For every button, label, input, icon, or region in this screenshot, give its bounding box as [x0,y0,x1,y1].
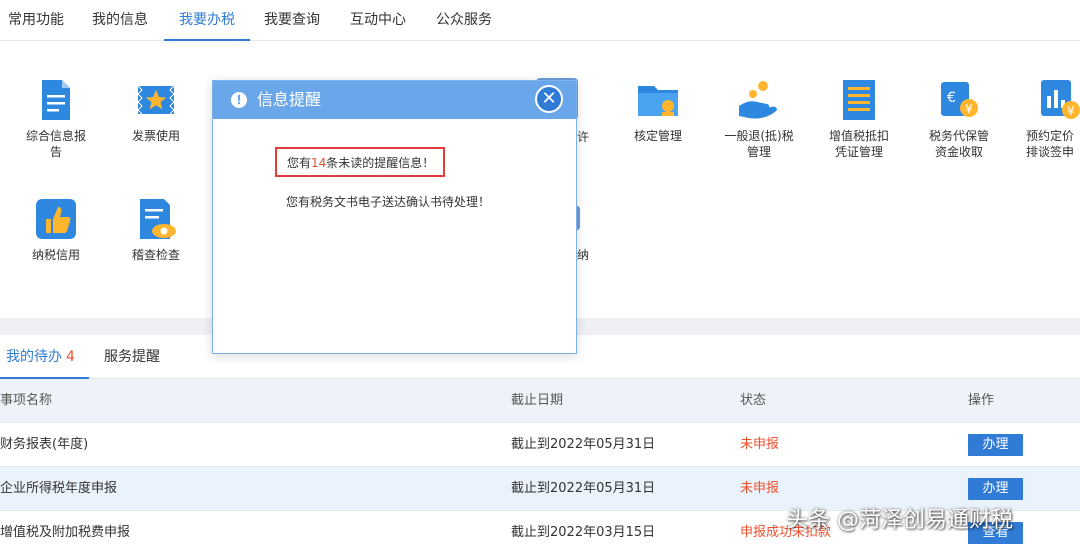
handle-button[interactable]: 办理 [968,478,1023,500]
func-label: 资金收取 [934,145,983,159]
hand-coin-icon [737,78,781,122]
tab-query[interactable]: 我要查询 [260,0,324,41]
todo-count-badge: 4 [66,349,75,365]
func-label: 纳税信用 [31,248,80,262]
svg-text:€: € [947,90,956,106]
unread-reminder-message[interactable]: 您有14条未读的提醒信息！ [275,147,445,177]
receipt-list-icon [837,78,881,122]
func-label: 稽查检查 [131,248,180,262]
dialog-title: 信息提醒 [257,90,322,109]
handle-button[interactable]: 办理 [968,434,1023,456]
col-header-status: 状态 [740,393,767,408]
tab-my-info[interactable]: 我的信息 [88,0,152,41]
row-deadline: 截止到2022年03月15日 [511,525,656,540]
func-label-fragment: 纳 [577,248,590,262]
col-header-name: 事项名称 [0,393,53,408]
svg-text:¥: ¥ [965,102,973,116]
func-label: 预约定价 [1026,129,1075,143]
tab-tax-handling[interactable]: 我要办税 [164,0,250,41]
row-name: 财务报表(年度) [0,437,89,452]
info-reminder-dialog: ! 信息提醒 ✕ 您有14条未读的提醒信息！ 您有税务文书电子送达确认书待处理！ [212,80,577,354]
row-name: 企业所得税年度申报 [0,481,118,496]
document-icon [34,78,78,122]
func-label: 凭证管理 [834,145,883,159]
unread-count: 14 [311,156,327,170]
row-deadline: 截止到2022年05月31日 [511,437,656,452]
thumbs-up-icon [34,197,78,241]
func-label: 告 [49,145,62,159]
func-assessment-management[interactable]: 核定管理 [613,78,703,144]
exclamation-icon: ! [231,92,247,108]
tab-public-service[interactable]: 公众服务 [432,0,496,41]
row-status: 未申报 [740,481,780,496]
col-header-action: 操作 [968,393,995,408]
col-header-deadline: 截止日期 [511,393,564,408]
func-label: 增值税抵扣 [828,129,889,143]
func-tax-credit[interactable]: 纳税信用 [11,197,101,263]
row-name: 增值税及附加税费申报 [0,525,131,540]
func-label: 一般退(抵)税 [724,129,794,143]
func-tax-refund-management[interactable]: 一般退(抵)税 管理 [714,78,804,160]
func-invoice-use[interactable]: 发票使用 [111,78,201,144]
func-label: 发票使用 [131,129,180,143]
tab-label: 我的待办 [6,349,62,365]
watermark: 头条 @菏泽创易通财税 [786,508,1013,533]
chart-yen-icon: ¥ [1037,78,1080,122]
tab-common-functions[interactable]: 常用功能 [4,0,68,41]
table-row: 财务报表(年度) 截止到2022年05月31日 未申报 办理 [0,423,1080,467]
top-navigation: 常用功能 我的信息 我要办税 我要查询 互动中心 公众服务 [0,0,1080,41]
func-label: 管理 [746,145,771,159]
tab-interaction-center[interactable]: 互动中心 [346,0,410,41]
folder-stamp-icon [636,78,680,122]
func-label: 税务代保管 [928,129,989,143]
doc-eye-icon [134,197,178,241]
func-label: 核定管理 [633,129,682,143]
func-label-fragment: 许 [577,130,590,144]
table-header: 事项名称 截止日期 状态 操作 [0,379,1080,423]
message-suffix: 条未读的提醒信息！ [326,156,435,170]
close-icon[interactable]: ✕ [535,85,563,113]
row-status: 未申报 [740,437,780,452]
svg-text:¥: ¥ [1067,104,1075,118]
tab-service-reminder[interactable]: 服务提醒 [104,335,160,379]
tax-yen-icon: € ¥ [937,78,981,122]
func-vat-deduction-management[interactable]: 增值税抵扣 凭证管理 [814,78,904,160]
func-comprehensive-report[interactable]: 综合信息报告 [11,78,101,160]
func-label: 排谈签申 [1026,145,1075,159]
document-confirm-message[interactable]: 您有税务文书电子送达确认书待处理！ [286,193,490,210]
dialog-header: ! 信息提醒 ✕ [213,81,576,119]
message-prefix: 您有 [287,156,312,170]
invoice-star-icon [134,78,178,122]
func-label: 综合信息报 [25,129,86,143]
tab-my-todo[interactable]: 我的待办 4 [0,335,89,379]
func-advance-pricing[interactable]: ¥ 预约定价排谈签申 [1014,78,1080,160]
func-custody-funds[interactable]: € ¥ 税务代保管 资金收取 [914,78,1004,160]
row-deadline: 截止到2022年05月31日 [511,481,656,496]
func-audit-inspection[interactable]: 稽查检查 [111,197,201,263]
